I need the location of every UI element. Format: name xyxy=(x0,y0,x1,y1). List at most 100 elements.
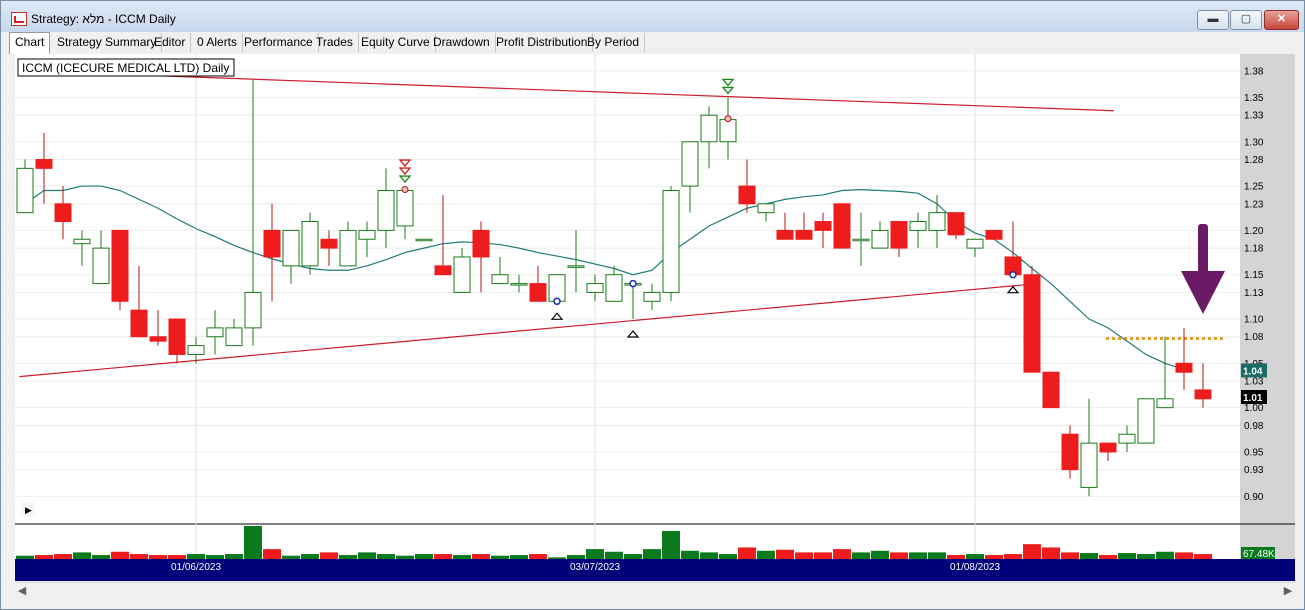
tab-alerts[interactable]: 0 Alerts xyxy=(192,33,244,52)
candle-body xyxy=(1080,442,1098,488)
volume-bar xyxy=(187,554,205,559)
candle-body xyxy=(225,327,243,347)
volume-bar xyxy=(1004,554,1022,559)
volume-bar xyxy=(472,554,490,559)
volume-bar xyxy=(681,550,699,559)
price-tick-label: 1.18 xyxy=(1244,244,1264,255)
tab-profit-distribution[interactable]: Profit Distribution xyxy=(491,33,594,52)
candle-body xyxy=(111,229,129,302)
candle-body xyxy=(54,203,72,223)
candle-body xyxy=(738,185,756,205)
volume-bar xyxy=(662,530,680,559)
candle-body xyxy=(757,203,775,214)
tab-chart[interactable]: Chart xyxy=(9,32,51,54)
volume-bar xyxy=(814,552,832,559)
candle-body xyxy=(947,212,965,236)
strategy-window: Strategy: מלא - ICCM Daily ▬ ▢ ✕ Chart S… xyxy=(0,0,1305,610)
volume-bar xyxy=(491,555,509,559)
candle-body xyxy=(130,309,148,338)
candle-body xyxy=(795,229,813,240)
volume-bar xyxy=(795,552,813,559)
price-tick-label: 1.20 xyxy=(1244,226,1264,237)
volume-bar xyxy=(206,555,224,559)
price-tick-label: 1.13 xyxy=(1244,288,1264,299)
candle-body xyxy=(1042,371,1060,409)
candle-body xyxy=(187,345,205,355)
candle-body xyxy=(586,283,604,293)
volume-bar xyxy=(263,549,281,559)
volume-bar xyxy=(719,554,737,559)
candle-body xyxy=(852,238,870,242)
volume-bar xyxy=(1061,552,1079,559)
exit-signal-dot xyxy=(401,186,409,194)
tab-drawdown[interactable]: Drawdown xyxy=(428,33,496,52)
volume-bar xyxy=(947,555,965,559)
tab-editor[interactable]: Editor xyxy=(149,33,192,52)
volume-bar xyxy=(1194,554,1212,559)
volume-bar xyxy=(624,554,642,559)
volume-bar xyxy=(73,552,91,559)
maximize-button[interactable]: ▢ xyxy=(1230,10,1262,30)
volume-bar xyxy=(1156,551,1174,559)
volume-bar xyxy=(871,550,889,559)
entry-signal-dot xyxy=(1009,270,1017,279)
candle-body xyxy=(301,221,319,267)
price-tick-label: 1.38 xyxy=(1244,66,1264,77)
candle-body xyxy=(73,238,91,245)
price-tick-label: 0.95 xyxy=(1244,447,1264,458)
scroll-right-icon[interactable]: ▶ xyxy=(1281,584,1295,599)
volume-bar xyxy=(415,554,433,559)
candle-body xyxy=(833,203,851,249)
tab-equity-curve[interactable]: Equity Curve xyxy=(356,33,436,52)
chart-area[interactable]: 1.38 1.35 1.33 1.30 1.28 1.25 1.23 1.20 1.18 1.15… xyxy=(15,54,1295,581)
candle-body xyxy=(605,274,623,302)
price-tick-label: 0.98 xyxy=(1244,421,1264,432)
candle-body xyxy=(35,158,53,169)
volume-bar xyxy=(320,552,338,559)
volume-bar xyxy=(168,555,186,559)
scroll-left-icon[interactable]: ◀ xyxy=(15,584,29,599)
tab-performance[interactable]: Performance xyxy=(239,33,319,52)
entry-signal-dot xyxy=(553,297,561,306)
horizontal-scrollbar[interactable]: ◀ ▶ xyxy=(15,582,1295,600)
window-title: Strategy: מלא - ICCM Daily xyxy=(31,12,176,26)
price-tick-label: 1.35 xyxy=(1244,93,1264,104)
candle-body xyxy=(1118,433,1136,444)
price-chart[interactable]: 1.38 1.35 1.33 1.30 1.28 1.25 1.23 1.20 1.18 1.15… xyxy=(15,54,1295,581)
candle-body xyxy=(415,238,433,242)
volume-bar xyxy=(149,555,167,559)
price-tick-label: 1.03 xyxy=(1244,377,1264,388)
candle-body xyxy=(358,229,376,240)
volume-bar xyxy=(1099,555,1117,559)
candle-body xyxy=(567,265,585,268)
volume-bar xyxy=(700,552,718,559)
candle-body xyxy=(92,247,110,285)
candle-body xyxy=(282,229,300,267)
title-bar[interactable]: Strategy: מלא - ICCM Daily ▬ ▢ ✕ xyxy=(1,1,1304,32)
tab-trades[interactable]: Trades xyxy=(311,33,359,52)
tab-strategy-summary[interactable]: Strategy Summary xyxy=(52,33,163,52)
chart-app-icon xyxy=(11,12,27,26)
volume-bar xyxy=(567,555,585,559)
minimize-button[interactable]: ▬ xyxy=(1197,10,1229,30)
price-tick-label: 0.93 xyxy=(1244,465,1264,476)
close-button[interactable]: ✕ xyxy=(1264,10,1299,30)
volume-bar xyxy=(510,555,528,559)
candle-body xyxy=(700,114,718,143)
volume-bar xyxy=(339,555,357,559)
price-tick-label: 1.28 xyxy=(1244,155,1264,166)
price-tick-label: 1.23 xyxy=(1244,199,1264,210)
candle-body xyxy=(1175,362,1193,373)
candle-body xyxy=(662,190,680,293)
candle-body xyxy=(928,212,946,231)
candle-body xyxy=(510,283,528,286)
candle-body xyxy=(1099,442,1117,453)
candle-body xyxy=(1194,389,1212,400)
volume-bar xyxy=(966,554,984,559)
tab-by-period[interactable]: By Period xyxy=(582,33,646,52)
candle-body xyxy=(529,283,547,302)
candle-body xyxy=(1023,274,1041,373)
candle-body xyxy=(966,238,984,249)
price-tick-label: 1.25 xyxy=(1244,182,1264,193)
expand-marker-icon[interactable]: ▶ xyxy=(25,505,32,515)
